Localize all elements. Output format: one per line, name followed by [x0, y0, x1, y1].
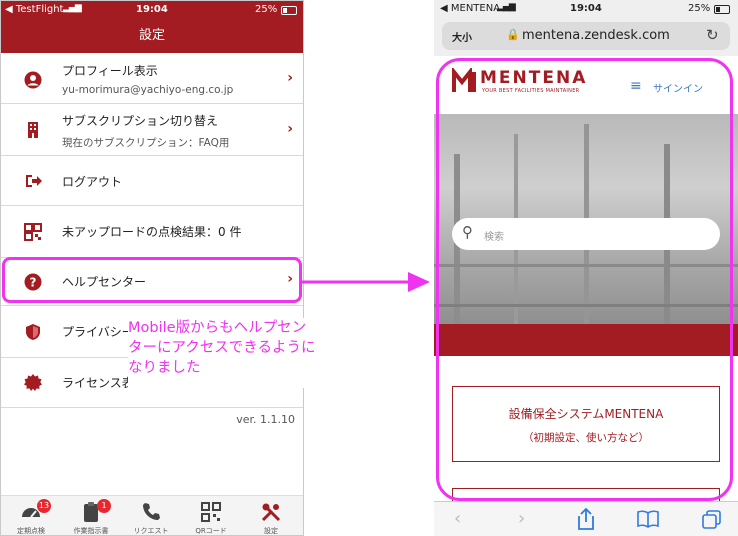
back-app-name: MENTENA: [450, 3, 501, 14]
tab-label: 設定: [264, 527, 278, 535]
qr-code-icon: [24, 223, 42, 241]
back-app-name: TestFlight: [15, 4, 64, 15]
tools-icon: [261, 503, 281, 522]
menu-item-profile[interactable]: プロフィール表示 yu-morimura@yachiyo-eng.co.jp ›: [1, 53, 303, 104]
menu-item-subscription[interactable]: サブスクリプション切り替え 現在のサブスクリプション：FAQ用 ›: [1, 104, 303, 156]
url-text: mentena.zendesk.com: [522, 28, 670, 43]
battery-percent: 25%: [688, 3, 711, 14]
qr-code-icon: [201, 502, 221, 522]
tab-request[interactable]: リクエスト: [121, 496, 181, 535]
reload-icon[interactable]: ↻: [706, 26, 719, 44]
annotation-line: ターにアクセスできるように: [128, 340, 316, 356]
menu-item-unuploaded[interactable]: 未アップロードの点検結果：0 件: [1, 206, 303, 258]
browser-content-highlight: [436, 58, 733, 501]
connector-arrow-icon: [302, 272, 430, 292]
help-center-highlight: [2, 257, 302, 303]
tab-label: 定期点検: [17, 527, 45, 535]
address-bar: 大小 🔒 mentena.zendesk.com ↻: [434, 18, 738, 56]
menu-item-label: 未アップロードの点検結果：0 件: [62, 225, 242, 239]
tab-bar: 13 定期点検 1 作業指示書 リクエスト QRコード 設定: [1, 495, 303, 535]
menu-item-label: サブスクリプション切り替え: [62, 114, 219, 128]
logout-icon: [26, 175, 42, 187]
battery-icon: [714, 5, 730, 14]
app-version: ver. 1.1.10: [236, 413, 295, 426]
text-size-button[interactable]: 大小: [452, 29, 472, 44]
chevron-right-icon: ›: [287, 70, 293, 86]
tab-qr-code[interactable]: QRコード: [181, 496, 241, 535]
signal-icon: ▂▄▆: [63, 3, 82, 13]
menu-item-sub: 現在のサブスクリプション：FAQ用: [62, 137, 230, 149]
bookmarks-icon[interactable]: [637, 510, 659, 528]
tabs-icon[interactable]: [702, 510, 722, 530]
back-icon[interactable]: ‹: [454, 508, 461, 529]
status-bar: ◀ MENTENA ▂▄▆ 19:04 25%: [434, 0, 738, 18]
browser-toolbar: ‹ ›: [434, 501, 738, 536]
battery-percent: 25%: [255, 4, 278, 15]
menu-item-label: ログアウト: [62, 175, 123, 189]
phone-icon: [143, 503, 160, 520]
tab-scheduled-inspection[interactable]: 13 定期点検: [1, 496, 61, 535]
user-circle-icon: [24, 71, 42, 89]
tab-badge: 13: [37, 499, 51, 513]
back-to-app-link[interactable]: ◀ MENTENA: [440, 3, 500, 14]
status-time: 19:04: [570, 3, 602, 14]
menu-item-logout[interactable]: ログアウト: [1, 156, 303, 206]
tab-badge: 1: [97, 499, 111, 513]
battery-icon: [281, 6, 297, 15]
certificate-icon: [24, 374, 42, 391]
tab-work-order[interactable]: 1 作業指示書: [61, 496, 121, 535]
annotation-callout: Mobile版からもヘルプセン ターにアクセスできるように なりました: [128, 318, 386, 388]
building-icon: [28, 122, 38, 138]
tab-label: QRコード: [195, 527, 227, 535]
forward-icon[interactable]: ›: [518, 508, 525, 529]
menu-item-label: ライセンス表: [62, 376, 134, 390]
status-bar: ◀ TestFlight ▂▄▆ 19:04 25%: [1, 1, 303, 19]
menu-item-label: プライバシー: [62, 325, 134, 339]
tab-label: 作業指示書: [73, 527, 109, 535]
lock-icon: 🔒: [506, 28, 520, 41]
menu-item-label: プロフィール表示: [62, 64, 158, 78]
share-icon[interactable]: [577, 508, 595, 530]
shield-icon: [26, 324, 40, 340]
menu-item-sub: yu-morimura@yachiyo-eng.co.jp: [62, 84, 234, 96]
chevron-right-icon: ›: [287, 121, 293, 137]
tab-label: リクエスト: [133, 527, 169, 535]
annotation-line: Mobile版からもヘルプセン: [128, 320, 307, 336]
signal-icon: ▂▄▆: [497, 2, 516, 12]
status-time: 19:04: [136, 4, 168, 15]
tab-settings[interactable]: 設定: [241, 496, 301, 535]
back-to-app-link[interactable]: ◀ TestFlight: [5, 4, 63, 15]
page-title: 設定: [1, 19, 303, 53]
url-field[interactable]: 大小 🔒 mentena.zendesk.com ↻: [442, 22, 730, 50]
annotation-line: なりました: [128, 360, 201, 376]
